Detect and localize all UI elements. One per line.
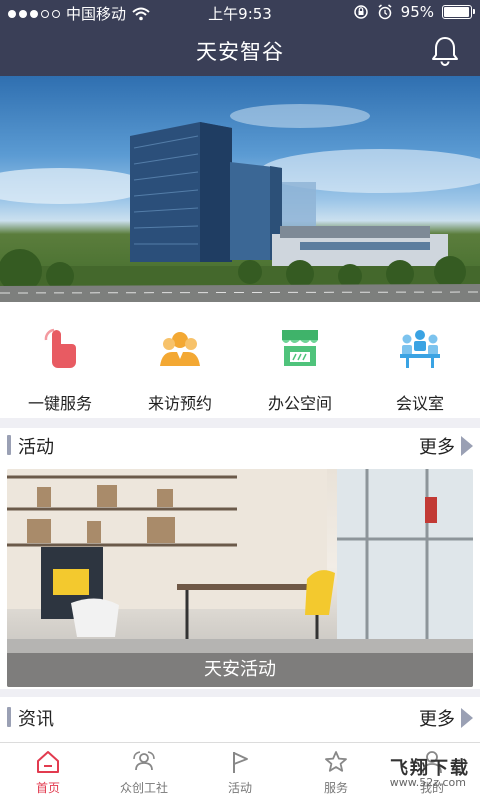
hero-banner-image[interactable] [0, 76, 480, 302]
tab-label: 首页 [35, 781, 60, 795]
community-icon [133, 751, 155, 771]
activity-card[interactable]: 天安活动 [7, 469, 473, 687]
tab-home[interactable]: 首页 [0, 743, 96, 800]
section-title: 活动 [18, 437, 54, 458]
watermark-url: www.52z.com [389, 776, 466, 789]
watermark-logo: 飞翔下载 www.52z.com [384, 754, 470, 792]
news-section-header: 资讯 更多 [0, 698, 480, 738]
news-more-link[interactable]: 更多 [419, 705, 473, 731]
section-title: 资讯 [18, 709, 54, 730]
section-accent-bar [7, 435, 11, 455]
visitors-icon [160, 332, 200, 366]
top-bar: 中国移动 上午9:53 95% 天安智谷 [0, 0, 480, 76]
meeting-room-icon [400, 330, 440, 368]
quick-action-meeting-room[interactable]: 会议室 [360, 318, 480, 414]
rotation-lock-icon [353, 5, 368, 19]
chevron-right-icon [461, 708, 473, 728]
storefront-icon [282, 330, 318, 366]
more-label: 更多 [419, 709, 455, 730]
tab-label: 众创工社 [119, 781, 168, 795]
status-right: 95% [353, 3, 475, 21]
flag-icon [233, 752, 248, 773]
page-title: 天安智谷 [196, 40, 284, 64]
tab-activities[interactable]: 活动 [192, 743, 288, 800]
quick-action-label: 来访预约 [147, 394, 212, 413]
tab-label: 服务 [323, 781, 348, 795]
battery-fill [444, 7, 469, 17]
hand-tap-icon [44, 328, 76, 368]
quick-action-visit-booking[interactable]: 来访预约 [120, 318, 240, 414]
divider [0, 689, 480, 697]
section-accent-bar [7, 707, 11, 727]
activity-more-link[interactable]: 更多 [419, 433, 473, 459]
quick-action-one-click-service[interactable]: 一键服务 [0, 318, 120, 414]
star-icon [325, 751, 347, 772]
quick-action-office-space[interactable]: 办公空间 [240, 318, 360, 414]
bell-icon[interactable] [428, 34, 462, 68]
alarm-icon [378, 4, 392, 20]
tab-services[interactable]: 服务 [288, 743, 384, 800]
home-icon [37, 751, 59, 773]
battery-percent: 95% [400, 3, 434, 21]
quick-actions: 一键服务 来访预约 办公空间 会议室 [0, 318, 480, 414]
quick-action-label: 会议室 [395, 394, 444, 413]
quick-action-label: 一键服务 [27, 394, 92, 413]
status-bar: 中国移动 上午9:53 95% [0, 0, 480, 26]
activity-caption: 天安活动 [7, 653, 473, 687]
more-label: 更多 [419, 437, 455, 458]
tab-label: 活动 [227, 781, 252, 795]
chevron-right-icon [461, 436, 473, 456]
banner-illustration [0, 104, 480, 302]
activity-section-header: 活动 更多 [0, 426, 480, 466]
quick-action-label: 办公空间 [267, 394, 332, 413]
battery-icon [442, 5, 475, 19]
tab-community[interactable]: 众创工社 [96, 743, 192, 800]
